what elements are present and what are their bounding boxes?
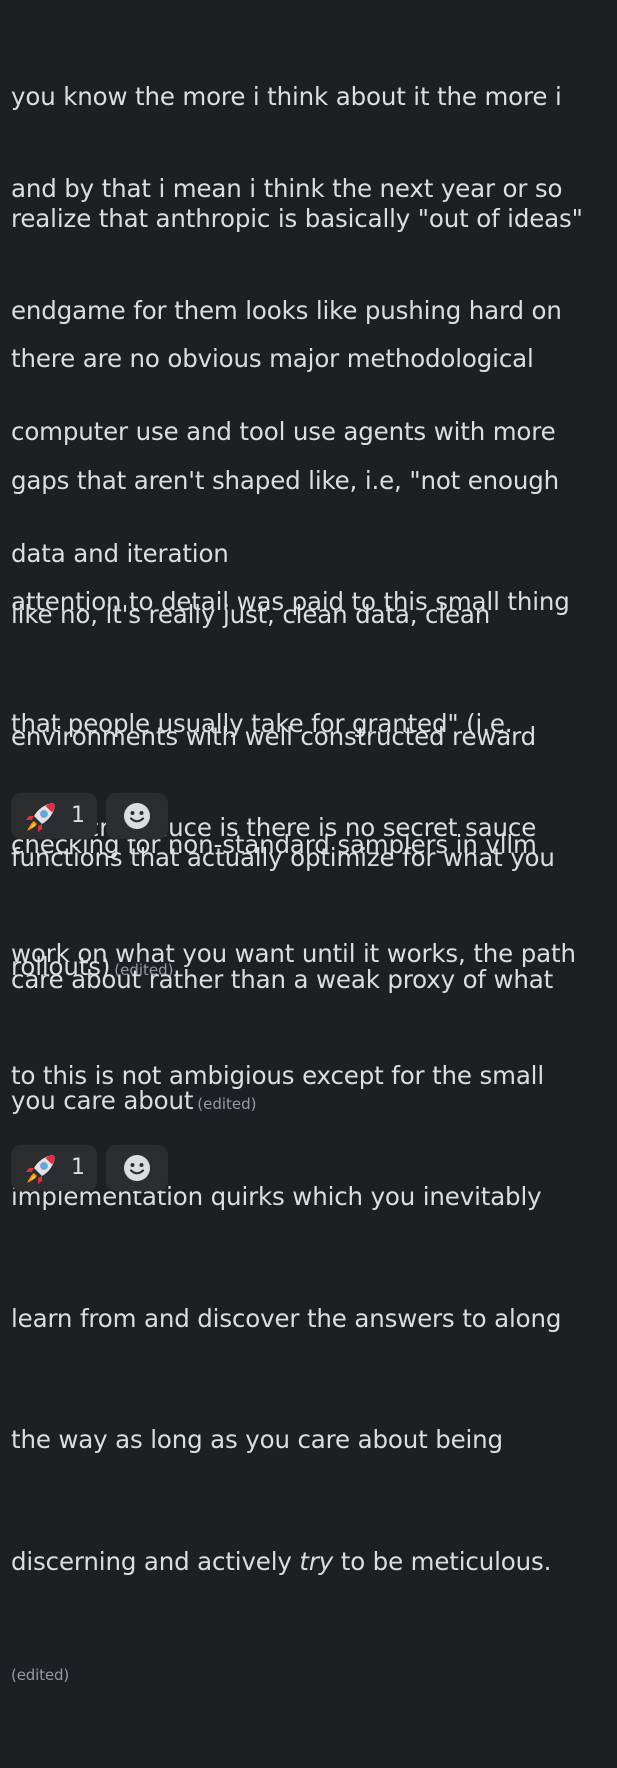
message-text: to be meticulous. bbox=[333, 1546, 552, 1576]
message-line: to this is not ambigious except for the … bbox=[11, 1060, 544, 1090]
message-line: the secret sauce is there is no secret s… bbox=[11, 813, 537, 842]
message-line: like no, it's really just, clean data, c… bbox=[11, 600, 491, 629]
chat-message[interactable]: work on what you want until it works, th… bbox=[11, 853, 617, 1768]
message-text: discerning and actively bbox=[11, 1546, 300, 1576]
rocket-icon bbox=[26, 1155, 55, 1184]
smiley-face-icon bbox=[124, 1155, 150, 1181]
chat-message-list: you know the more i think about it the m… bbox=[0, 0, 617, 1684]
message-line: there are no obvious major methodologica… bbox=[11, 344, 534, 373]
message-line: the way as long as you care about being bbox=[11, 1425, 503, 1454]
message-line: discerning and actively try to be meticu… bbox=[11, 1542, 617, 1583]
add-reaction-button[interactable] bbox=[106, 1145, 168, 1191]
rocket-icon bbox=[26, 803, 55, 832]
add-reaction-button[interactable] bbox=[106, 793, 168, 839]
message-italic-text: try bbox=[299, 1546, 334, 1576]
smiley-face-icon bbox=[124, 803, 150, 829]
rocket-reaction-button[interactable]: 1 bbox=[11, 793, 97, 839]
message-line: gaps that aren't shaped like, i.e, "not … bbox=[11, 465, 560, 495]
message-line: learn from and discover the answers to a… bbox=[11, 1303, 562, 1333]
message-line: and by that i mean i think the next year… bbox=[11, 174, 563, 203]
message-line: work on what you want until it works, th… bbox=[11, 939, 576, 968]
reaction-count: 1 bbox=[71, 803, 85, 828]
edited-label: (edited) bbox=[11, 1666, 70, 1684]
message-line: implementation quirks which you inevitab… bbox=[11, 1182, 542, 1211]
rocket-reaction-button[interactable]: 1 bbox=[11, 1145, 97, 1191]
reaction-count: 1 bbox=[71, 1155, 85, 1180]
